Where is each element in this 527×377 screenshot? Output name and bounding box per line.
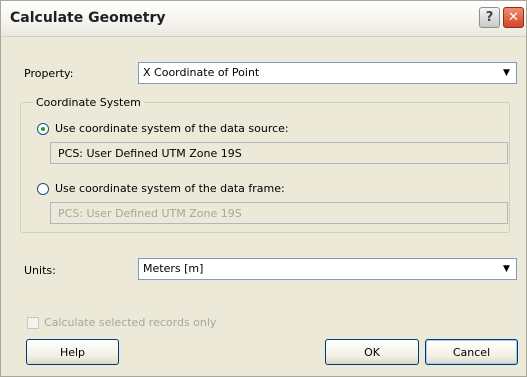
cancel-button[interactable]: Cancel (425, 339, 518, 365)
data-source-coordinate-value: PCS: User Defined UTM Zone 19S (58, 147, 242, 160)
radio-button-unchecked[interactable] (37, 182, 49, 195)
radio-data-source[interactable]: Use coordinate system of the data source… (37, 122, 289, 135)
selected-records-label: Calculate selected records only (44, 316, 217, 329)
ok-button[interactable]: OK (325, 339, 419, 365)
title-bar[interactable]: Calculate Geometry ? ✕ (1, 1, 526, 37)
radio-data-frame-label: Use coordinate system of the data frame: (55, 182, 285, 195)
property-value: X Coordinate of Point (143, 66, 260, 79)
selected-records-checkbox[interactable]: Calculate selected records only (27, 316, 216, 329)
close-icon[interactable]: ✕ (503, 7, 524, 28)
property-dropdown[interactable]: X Coordinate of Point ▼ (138, 62, 517, 84)
radio-data-frame[interactable]: Use coordinate system of the data frame: (37, 182, 285, 195)
checkbox-unchecked[interactable] (27, 316, 39, 329)
units-dropdown[interactable]: Meters [m] ▼ (138, 258, 517, 280)
dialog-title: Calculate Geometry (10, 10, 166, 26)
radio-data-source-label: Use coordinate system of the data source… (55, 122, 289, 135)
units-value: Meters [m] (143, 262, 204, 275)
coordinate-system-label: Coordinate System (33, 96, 144, 109)
chevron-down-icon[interactable]: ▼ (498, 64, 515, 82)
data-frame-coordinate-value: PCS: User Defined UTM Zone 19S (58, 207, 242, 220)
help-icon[interactable]: ? (479, 7, 500, 28)
radio-button-checked[interactable] (37, 122, 49, 135)
units-label: Units: (24, 264, 56, 277)
calculate-geometry-dialog: Calculate Geometry ? ✕ Property: X Coord… (0, 0, 527, 377)
chevron-down-icon[interactable]: ▼ (498, 260, 515, 278)
data-source-coordinate-field: PCS: User Defined UTM Zone 19S (50, 142, 508, 164)
help-button[interactable]: Help (26, 339, 119, 365)
property-label: Property: (24, 67, 74, 80)
data-frame-coordinate-field: PCS: User Defined UTM Zone 19S (50, 202, 508, 224)
